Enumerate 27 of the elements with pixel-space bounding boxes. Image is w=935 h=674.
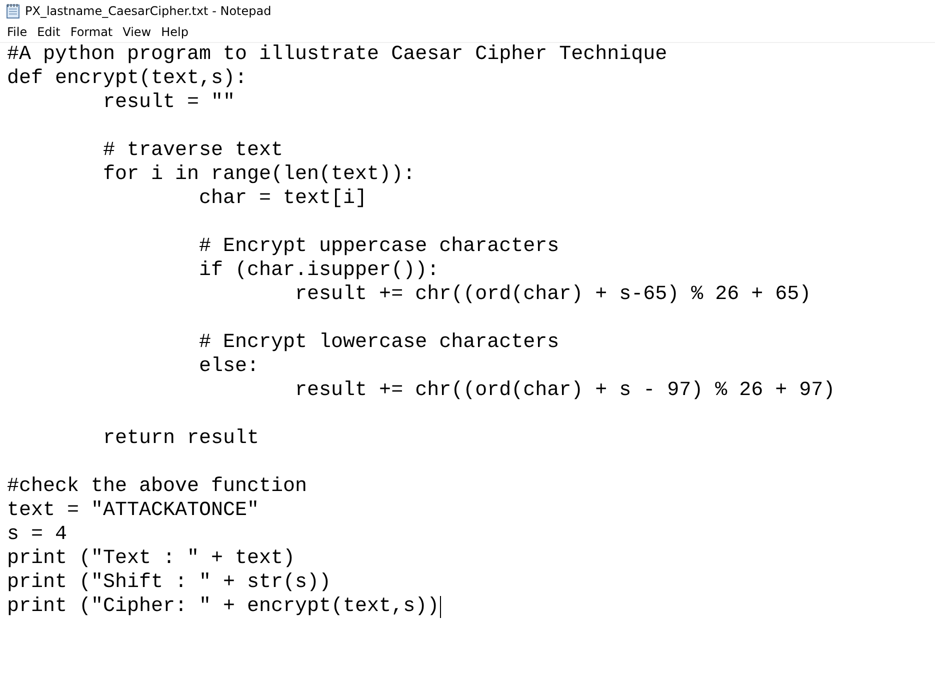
code-line: result += chr((ord(char) + s - 97) % 26 + 97) — [294, 379, 836, 403]
code-line: #A python program to illustrate Caesar Cipher Technique — [7, 43, 668, 67]
menu-item[interactable]: Help — [157, 25, 194, 39]
code-line: s = 4 — [7, 523, 68, 547]
text-cursor — [440, 596, 442, 618]
code-line: print ("Shift : " + str(s)) — [7, 571, 332, 595]
window-title: PX_lastname_CaesarCipher.txt - Notepad — [25, 4, 272, 18]
code-line: text = "ATTACKATONCE" — [7, 499, 260, 523]
code-line: def encrypt(text,s): — [7, 67, 248, 91]
menu-item[interactable]: File — [3, 25, 34, 39]
code-line: print ("Text : " + text) — [7, 547, 296, 571]
code-line: #check the above function — [7, 475, 308, 499]
menu-item[interactable]: Format — [66, 25, 119, 39]
menu-item[interactable]: Edit — [33, 25, 66, 39]
code-line: print ("Cipher: " + encrypt(text,s)) — [7, 595, 440, 619]
code-line: # Encrypt uppercase characters — [198, 235, 560, 259]
notepad-icon — [6, 3, 20, 19]
menu-item[interactable]: View — [118, 25, 158, 39]
code-line: if (char.isupper()): — [198, 259, 440, 283]
code-line: char = text[i] — [198, 187, 368, 211]
code-line: # traverse text — [102, 139, 284, 163]
code-line: result += chr((ord(char) + s-65) % 26 + 65) — [294, 283, 812, 307]
code-line: for i in range(len(text)): — [102, 163, 416, 187]
code-line: return result — [102, 427, 260, 451]
code-line: else: — [198, 355, 260, 379]
code-line: # Encrypt lowercase characters — [198, 331, 560, 355]
code-line: result = "" — [102, 91, 236, 115]
